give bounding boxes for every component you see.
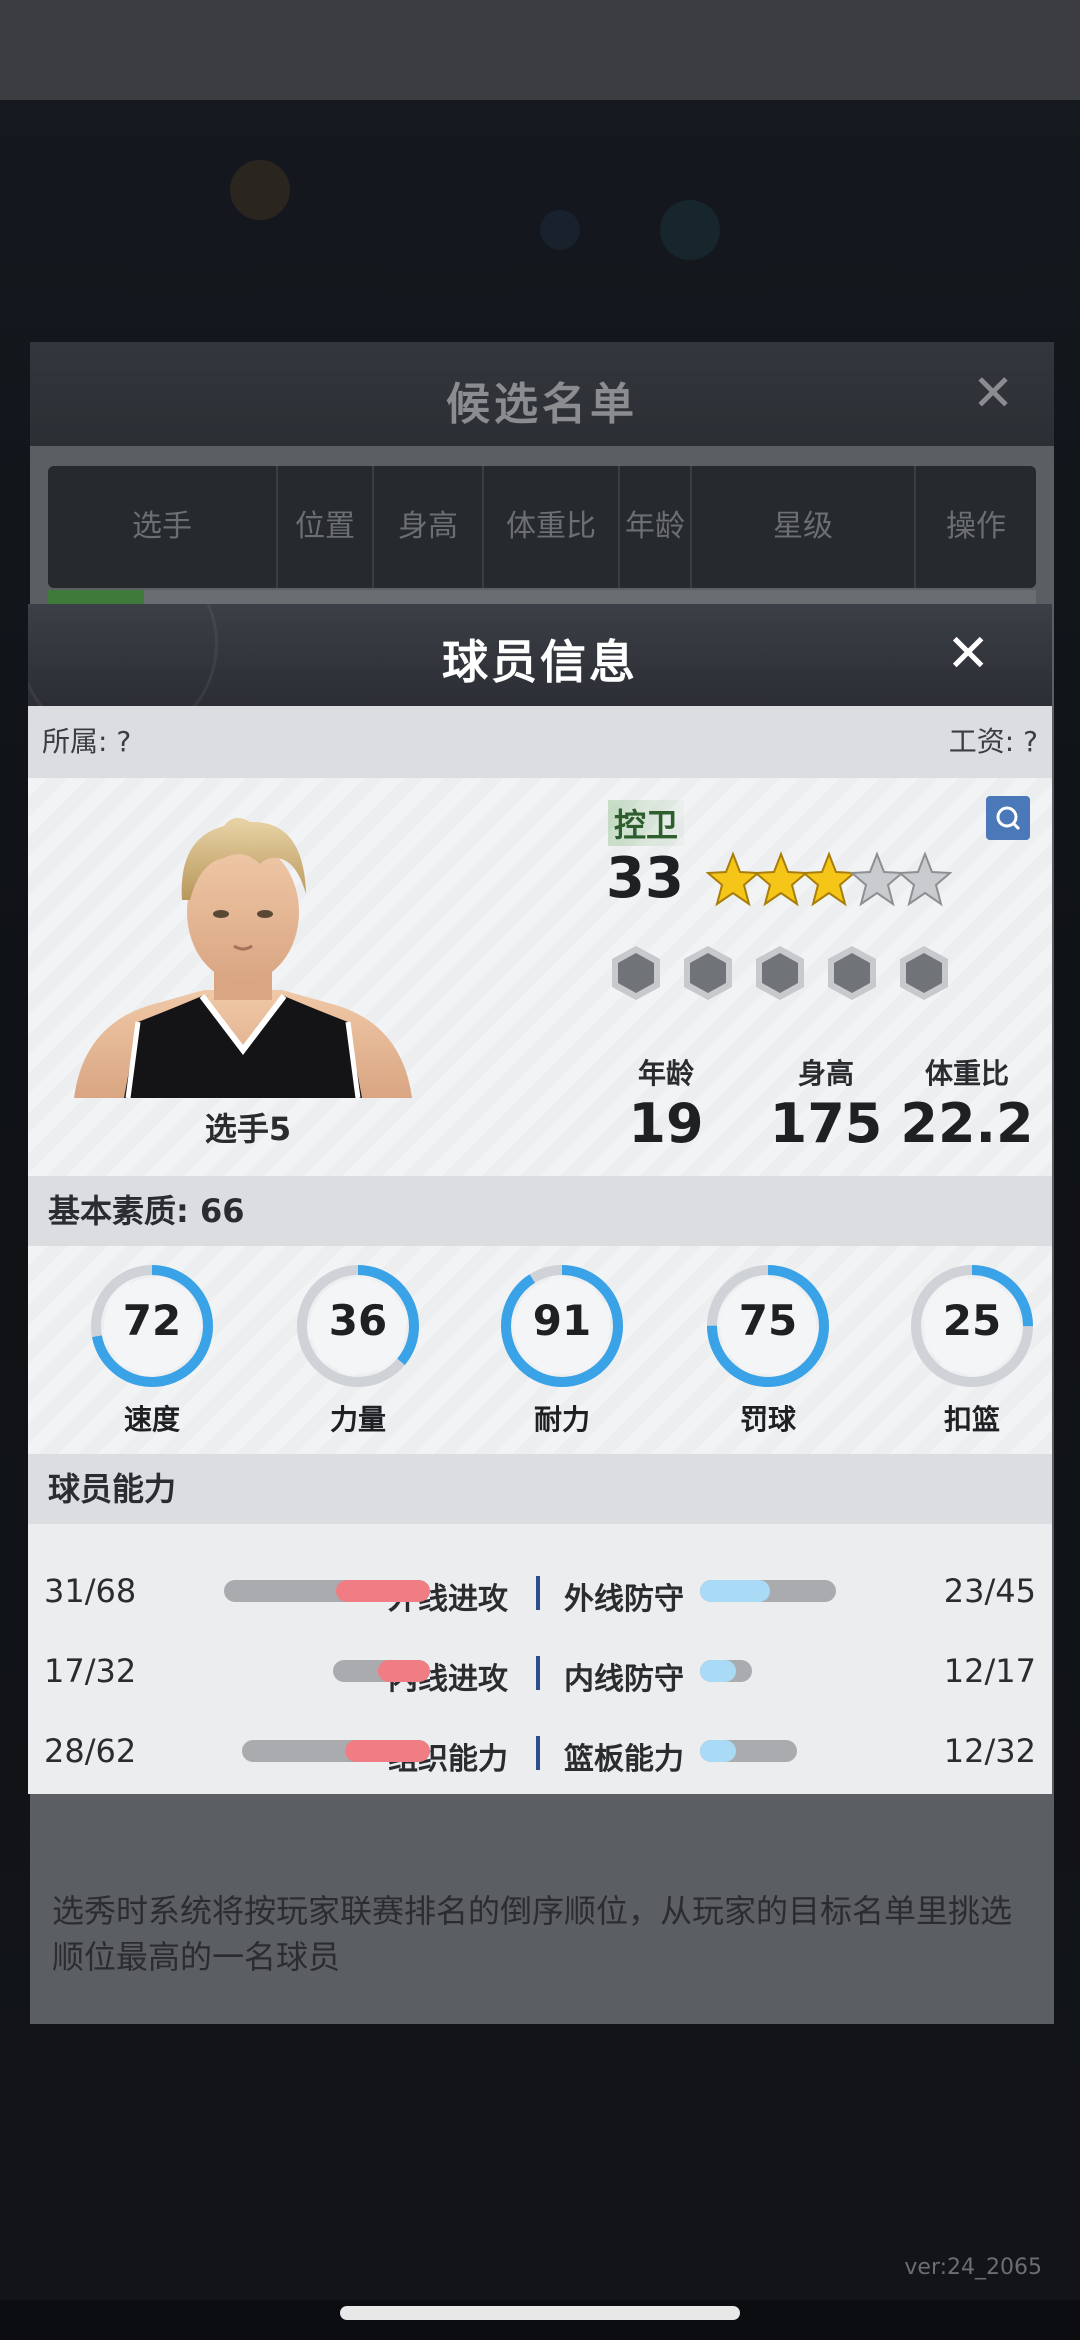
player-info-modal: 球员信息 ✕ 所属: ? 工资: ? 选手5 控卫 33 年龄 19 身高 17… <box>28 604 1052 1794</box>
stat-age: 年龄 19 <box>596 1052 736 1156</box>
column-header-weight-ratio: 体重比 <box>484 466 620 588</box>
version-label: ver:24_2065 <box>904 2255 1042 2280</box>
ability-row: 28/62 组织能力 篮板能力 12/32 <box>28 1728 1052 1778</box>
stat-weight-ratio-value: 22.2 <box>900 1092 1034 1155</box>
ability-left-value: 17/32 <box>44 1652 137 1690</box>
attribute-label: 耐力 <box>533 1403 590 1436</box>
ability-right-value: 12/32 <box>943 1732 1036 1770</box>
attribute-ring: 25 扣篮 <box>906 1260 1038 1438</box>
basic-quality-header: 基本素质: 66 <box>28 1176 1052 1246</box>
column-header-height: 身高 <box>374 466 484 588</box>
search-icon <box>996 806 1021 831</box>
ability-left-value: 28/62 <box>44 1732 137 1770</box>
ability-row: 31/68 外线进攻 外线防守 23/45 <box>28 1568 1052 1618</box>
abilities-list: 31/68 外线进攻 外线防守 23/45 17/32 内线进攻 内线防守 12/17 28/6… <box>28 1524 1052 1794</box>
column-header-action: 操作 <box>946 509 1006 544</box>
stat-age-label: 年龄 <box>637 1057 694 1090</box>
ability-bar-defense <box>700 1660 752 1682</box>
player-portrait <box>74 817 412 1098</box>
attribute-value: 75 <box>738 1296 798 1345</box>
attribute-ring: 36 力量 <box>292 1260 424 1438</box>
ability-right-value: 23/45 <box>943 1572 1036 1610</box>
candidate-list-title: 候选名单 <box>446 379 638 430</box>
ability-row: 17/32 内线进攻 内线防守 12/17 <box>28 1648 1052 1698</box>
player-info-title: 球员信息 <box>442 635 638 689</box>
ability-bar-attack <box>333 1660 430 1682</box>
column-header-position: 位置 <box>278 466 374 588</box>
attribute-ring: 75 罚球 <box>702 1260 834 1438</box>
stat-weight-ratio-label: 体重比 <box>924 1057 1009 1090</box>
salary-label: 工资: ? <box>948 725 1038 758</box>
attribute-label: 扣篮 <box>943 1403 1000 1436</box>
ability-bar-defense <box>700 1580 837 1602</box>
column-header-age: 年龄 <box>620 466 692 588</box>
ability-bar-attack <box>242 1740 430 1762</box>
position-label: 控卫 <box>608 800 685 846</box>
attribute-ring: 72 速度 <box>86 1260 218 1438</box>
ability-divider <box>536 1656 540 1690</box>
close-icon[interactable]: ✕ <box>946 628 990 680</box>
skill-badges <box>610 944 950 1002</box>
hexagon-badge-icon <box>828 946 876 1000</box>
column-header-stars: 星级 <box>692 466 916 588</box>
star-filled-icon <box>802 851 856 907</box>
ability-bar-defense <box>700 1740 797 1762</box>
star-rating <box>706 850 952 910</box>
hexagon-badge-icon <box>684 946 732 1000</box>
player-info-header: 球员信息 ✕ <box>28 604 1052 706</box>
attribute-value: 72 <box>122 1296 182 1345</box>
player-profile: 选手5 控卫 33 年龄 19 身高 175 体重比 22.2 <box>28 778 1052 1176</box>
hexagon-badge-icon <box>900 946 948 1000</box>
affiliation-label: 所属: ? <box>42 725 132 758</box>
attribute-rings: 72 速度 36 力量 91 耐力 75 罚球 25 扣篮 <box>28 1246 1052 1454</box>
hexagon-badge-icon <box>756 946 804 1000</box>
stat-weight-ratio: 体重比 22.2 <box>892 1052 1042 1156</box>
stat-height-value: 175 <box>769 1092 883 1155</box>
column-header-player: 选手 <box>48 466 278 588</box>
attribute-label: 速度 <box>123 1403 180 1436</box>
stat-height-label: 身高 <box>797 1057 854 1090</box>
candidate-list-header: 候选名单 ✕ <box>30 342 1054 446</box>
ability-right-value: 12/17 <box>943 1652 1036 1690</box>
candidate-list-column-headers: 选手 位置 身高 体重比 年龄 星级 操作 <box>48 466 1036 588</box>
ability-left-value: 31/68 <box>44 1572 137 1610</box>
attribute-value: 36 <box>328 1296 388 1345</box>
stat-height: 身高 175 <box>756 1052 896 1156</box>
affiliation-salary-row: 所属: ? 工资: ? <box>28 706 1052 778</box>
ability-right-label: 外线防守 <box>564 1582 684 1617</box>
attribute-label: 力量 <box>329 1403 386 1436</box>
ability-bar-attack <box>224 1580 430 1602</box>
abilities-header: 球员能力 <box>28 1454 1052 1524</box>
star-empty-icon <box>850 851 904 907</box>
attribute-value: 91 <box>532 1296 592 1345</box>
star-filled-icon <box>706 851 760 907</box>
ability-divider <box>536 1576 540 1610</box>
ability-right-label: 内线防守 <box>564 1662 684 1697</box>
search-button[interactable] <box>986 796 1030 840</box>
star-filled-icon <box>754 851 808 907</box>
candidate-list-close-icon[interactable]: ✕ <box>972 368 1014 418</box>
ability-right-label: 篮板能力 <box>564 1742 684 1777</box>
star-empty-icon <box>898 851 952 907</box>
hexagon-badge-icon <box>612 946 660 1000</box>
player-rating: 33 <box>606 846 684 911</box>
player-name: 选手5 <box>204 1110 292 1148</box>
status-bar <box>0 0 1080 100</box>
draft-rule-note: 选秀时系统将按玩家联赛排名的倒序顺位，从玩家的目标名单里挑选顺位最高的一名球员 <box>52 1892 1013 1976</box>
ability-divider <box>536 1736 540 1770</box>
stat-age-value: 19 <box>628 1092 704 1155</box>
attribute-ring: 91 耐力 <box>496 1260 628 1438</box>
attribute-label: 罚球 <box>739 1403 796 1436</box>
attribute-value: 25 <box>942 1296 1002 1345</box>
home-indicator[interactable] <box>340 2306 740 2320</box>
